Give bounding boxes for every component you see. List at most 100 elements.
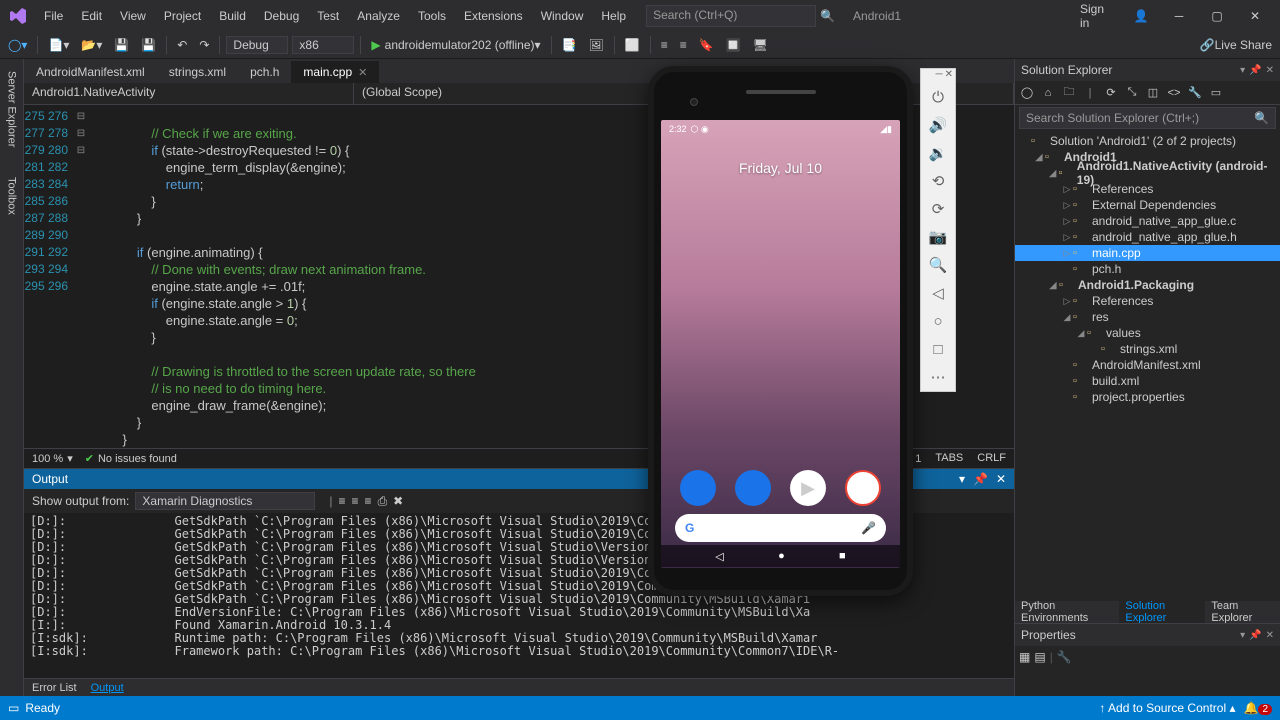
emulator-volume-down-icon[interactable]: 🔉 <box>921 139 955 167</box>
menu-help[interactable]: Help <box>593 5 634 27</box>
tree-node[interactable]: ▫build.xml <box>1015 373 1280 389</box>
emulator-rotate-left-icon[interactable]: ⟲ <box>921 167 955 195</box>
output-pin-icon[interactable]: 📌 <box>973 472 988 486</box>
se-code-icon[interactable]: <> <box>1166 85 1182 101</box>
se-back-icon[interactable]: ◯ <box>1019 85 1035 101</box>
error-list-tab[interactable]: Error List <box>32 682 77 694</box>
se-showall-icon[interactable]: ◫ <box>1145 85 1161 101</box>
emulator-back-icon[interactable]: ◁ <box>715 550 723 563</box>
emulator-minimize-icon[interactable]: ─ <box>936 70 943 82</box>
panel-pin-icon[interactable]: 📌 <box>1249 630 1261 641</box>
menu-tools[interactable]: Tools <box>410 5 454 27</box>
output-source-dropdown[interactable]: Xamarin Diagnostics <box>135 492 315 510</box>
emulator-home-icon[interactable]: ● <box>778 550 785 562</box>
toolbox-tab[interactable]: Toolbox <box>4 171 20 221</box>
android-emulator-window[interactable]: 2:32 ⬡ ◉◢▮ Friday, Jul 10 ▶ G 🎤 ◁ ● ■ <box>648 66 913 596</box>
save-all-button[interactable]: 💾 <box>137 36 160 54</box>
emulator-close-icon[interactable]: ✕ <box>945 70 953 82</box>
output-tool-icon[interactable]: ✖ <box>393 494 403 508</box>
notifications-button[interactable]: 🔔2 <box>1243 701 1272 715</box>
se-open-icon[interactable]: 🗀 <box>1061 85 1077 101</box>
user-icon[interactable]: 👤 <box>1124 4 1158 28</box>
toolbar-icon[interactable]: ⬜ <box>621 36 644 54</box>
panel-close-icon[interactable]: ✕ <box>1266 630 1274 641</box>
toolbar-icon[interactable]: 🔖 <box>695 36 718 54</box>
messages-app-icon[interactable] <box>735 470 771 506</box>
minimize-button[interactable]: ─ <box>1162 4 1196 28</box>
emulator-power-icon[interactable]: ⏻ <box>921 83 955 111</box>
output-dropdown-icon[interactable]: ▾ <box>959 472 965 486</box>
se-refresh-icon[interactable]: ⟳ <box>1103 85 1119 101</box>
se-preview-icon[interactable]: ▭ <box>1208 85 1224 101</box>
doc-tab[interactable]: AndroidManifest.xml <box>24 61 157 83</box>
doc-tab[interactable]: main.cpp✕ <box>291 61 379 83</box>
undo-button[interactable]: ↶ <box>173 36 191 54</box>
tree-node[interactable]: ▷▫References <box>1015 293 1280 309</box>
tree-node[interactable]: ▫Solution 'Android1' (2 of 2 projects) <box>1015 133 1280 149</box>
tree-node[interactable]: ▫AndroidManifest.xml <box>1015 357 1280 373</box>
zoom-level[interactable]: 100 % <box>32 453 63 465</box>
tree-node[interactable]: ▷▫android_native_app_glue.h <box>1015 229 1280 245</box>
panel-pin-icon[interactable]: 📌 <box>1249 65 1261 76</box>
output-tool-icon[interactable]: ≡ <box>352 494 359 508</box>
crlf-indicator[interactable]: CRLF <box>977 452 1006 465</box>
live-share-button[interactable]: 🔗 Live Share <box>1196 36 1276 54</box>
toolbar-icon[interactable]: 📑 <box>558 36 581 54</box>
emulator-search-bar[interactable]: G 🎤 <box>675 514 886 542</box>
configuration-dropdown[interactable]: Debug <box>226 36 288 54</box>
tree-node[interactable]: ◢▫Android1.Packaging <box>1015 277 1280 293</box>
tree-node[interactable]: ◢▫Android1.NativeActivity (android-19) <box>1015 165 1280 181</box>
tree-node[interactable]: ▫project.properties <box>1015 389 1280 405</box>
solution-tree[interactable]: ▫Solution 'Android1' (2 of 2 projects) ◢▫… <box>1015 131 1280 601</box>
menu-test[interactable]: Test <box>309 5 347 27</box>
start-debug-button[interactable]: ▶androidemulator202 (offline) ▾ <box>367 36 544 54</box>
menu-file[interactable]: File <box>36 5 71 27</box>
platform-dropdown[interactable]: x86 <box>292 36 354 54</box>
menu-view[interactable]: View <box>112 5 154 27</box>
phone-app-icon[interactable] <box>680 470 716 506</box>
menu-analyze[interactable]: Analyze <box>349 5 408 27</box>
tree-node[interactable]: ▫pch.h <box>1015 261 1280 277</box>
panel-menu-icon[interactable]: ▾ <box>1240 65 1245 76</box>
tree-node[interactable]: ▷▫main.cpp <box>1015 245 1280 261</box>
doc-tab[interactable]: strings.xml <box>157 61 238 83</box>
solution-explorer-search[interactable]: Search Solution Explorer (Ctrl+;) 🔍 <box>1019 107 1276 129</box>
chrome-icon[interactable] <box>845 470 881 506</box>
search-icon[interactable]: 🔍 <box>820 9 835 23</box>
open-button[interactable]: 📂▾ <box>77 36 106 54</box>
output-tool-icon[interactable]: ≡ <box>365 494 372 508</box>
redo-button[interactable]: ↷ <box>195 36 213 54</box>
tree-node[interactable]: ▷▫android_native_app_glue.c <box>1015 213 1280 229</box>
emulator-volume-up-icon[interactable]: 🔊 <box>921 111 955 139</box>
output-close-icon[interactable]: ✕ <box>996 472 1006 486</box>
tree-node[interactable]: ▷▫External Dependencies <box>1015 197 1280 213</box>
properties-categorized-icon[interactable]: ▦ <box>1019 650 1030 692</box>
tree-node[interactable]: ◢▫values <box>1015 325 1280 341</box>
new-project-button[interactable]: 📄▾ <box>44 36 73 54</box>
emulator-recents-icon[interactable]: ■ <box>839 550 846 562</box>
menu-window[interactable]: Window <box>533 5 592 27</box>
toolbar-icon[interactable]: 🖼 <box>585 36 608 54</box>
save-button[interactable]: 💾 <box>110 36 133 54</box>
nav-scope[interactable]: (Global Scope) <box>354 83 684 104</box>
toolbar-icon[interactable]: 🖥 <box>749 36 772 54</box>
toolbar-icon[interactable]: ≡ <box>676 36 691 54</box>
emulator-more-icon[interactable]: ⋯ <box>921 363 955 391</box>
output-tool-icon[interactable]: ⎙ <box>378 494 388 509</box>
menu-debug[interactable]: Debug <box>256 5 307 27</box>
nav-project[interactable]: Android1.NativeActivity <box>24 83 354 104</box>
menu-project[interactable]: Project <box>156 5 209 27</box>
sign-in-link[interactable]: Sign in <box>1080 4 1114 28</box>
output-tab[interactable]: Output <box>91 682 124 694</box>
panel-close-icon[interactable]: ✕ <box>1266 65 1274 76</box>
tree-node[interactable]: ◢▫res <box>1015 309 1280 325</box>
output-tool-icon[interactable]: ≡ <box>339 494 346 508</box>
server-explorer-tab[interactable]: Server Explorer <box>4 65 20 153</box>
menu-extensions[interactable]: Extensions <box>456 5 531 27</box>
se-properties-icon[interactable]: 🔧 <box>1187 85 1203 101</box>
emulator-back-icon[interactable]: ◁ <box>921 279 955 307</box>
close-icon[interactable]: ✕ <box>358 66 367 79</box>
source-control-button[interactable]: ↑ Add to Source Control ▴ <box>1099 701 1235 715</box>
tree-node[interactable]: ▫strings.xml <box>1015 341 1280 357</box>
emulator-overview-icon[interactable]: □ <box>921 335 955 363</box>
